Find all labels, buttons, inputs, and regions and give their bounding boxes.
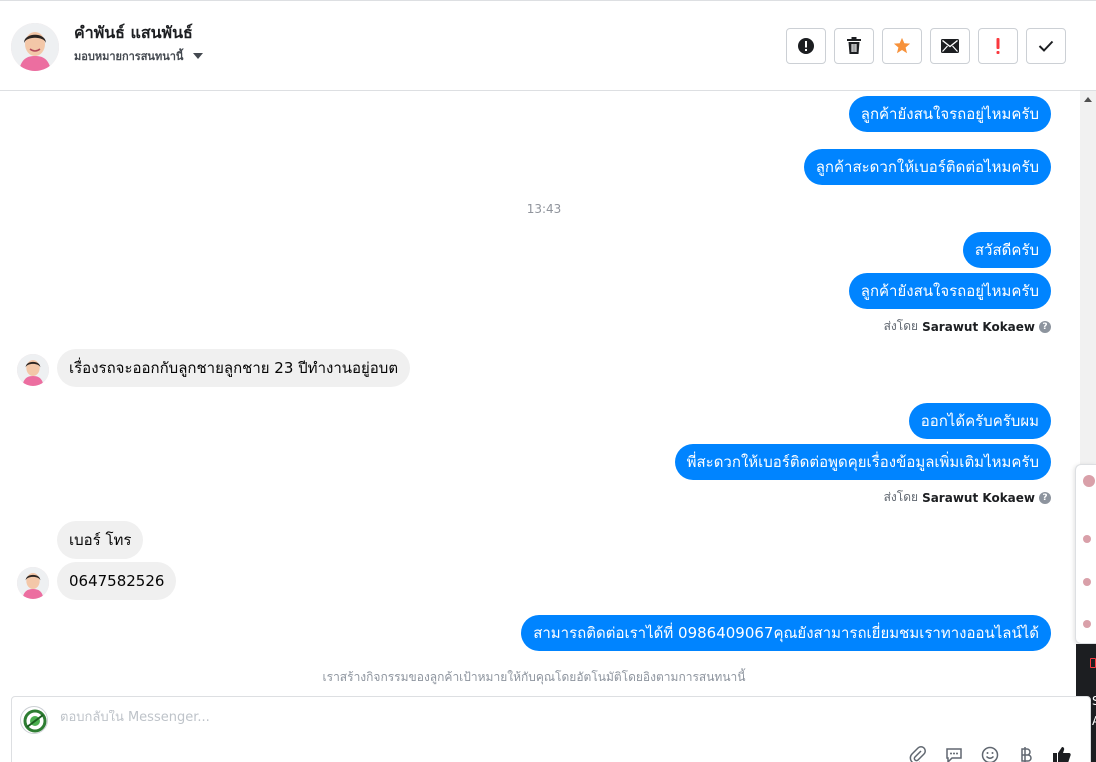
alert-circle-icon — [798, 38, 814, 54]
incoming-message[interactable]: 0647582526 — [57, 562, 177, 600]
contact-avatar-small[interactable] — [17, 567, 49, 599]
assign-conversation-dropdown[interactable]: มอบหมายการสนทนานี้ — [74, 47, 204, 65]
messenger-conversation: คำพันธ์ แสนพันธ์ มอบหมายการสนทนานี้ ลูกค… — [0, 0, 1096, 762]
outgoing-message[interactable]: ออกได้ครับครับผม — [908, 403, 1051, 439]
avatar[interactable] — [1083, 475, 1095, 487]
avatar[interactable] — [1083, 535, 1091, 543]
avatar[interactable] — [1083, 578, 1091, 586]
message-timestamp: 13:43 — [526, 202, 562, 216]
help-icon[interactable]: ? — [1039, 491, 1051, 504]
outgoing-message[interactable]: สวัสดีครับ — [962, 232, 1051, 268]
mark-spam-button[interactable] — [786, 28, 826, 64]
sent-by-label: ส่งโดย Sarawut Kokaew ? — [884, 488, 1051, 507]
baht-payment-icon[interactable] — [1016, 745, 1036, 762]
contact-avatar[interactable] — [11, 23, 59, 71]
contact-name[interactable]: คำพันธ์ แสนพันธ์ — [74, 21, 193, 46]
composer-toolbar — [908, 745, 1072, 762]
check-icon — [1038, 40, 1054, 52]
outgoing-message[interactable]: สามารถติดต่อเราได้ที่ 0986409067คุณยังสา… — [521, 615, 1051, 651]
outgoing-message[interactable]: ลูกค้ายังสนใจรถอยู่ไหมครับ — [848, 273, 1051, 309]
mark-unread-button[interactable] — [930, 28, 970, 64]
like-icon[interactable] — [1052, 745, 1072, 762]
saved-replies-icon[interactable] — [944, 745, 964, 762]
help-icon[interactable]: ? — [1039, 320, 1051, 333]
star-icon — [893, 37, 911, 54]
envelope-icon — [941, 39, 959, 53]
reply-input[interactable] — [60, 710, 660, 725]
contact-avatar-small[interactable] — [17, 354, 49, 386]
sent-by-prefix: ส่งโดย — [883, 319, 919, 333]
outgoing-message[interactable]: ลูกค้าสะดวกให้เบอร์ติดต่อไหมครับ — [803, 149, 1051, 185]
scrollbar[interactable] — [1080, 91, 1096, 471]
conversation-actions — [786, 28, 1066, 64]
conversation-header: คำพันธ์ แสนพันธ์ มอบหมายการสนทนานี้ — [0, 0, 1096, 91]
side-letter: A — [1092, 714, 1096, 728]
assign-label: มอบหมายการสนทนานี้ — [74, 50, 184, 63]
outgoing-message[interactable]: พี่สะดวกให้เบอร์ติดต่อพูดคุยเรื่องข้อมูล… — [674, 444, 1051, 480]
message-thread[interactable]: ลูกค้ายังสนใจรถอยู่ไหมครับ ลูกค้าสะดวกให… — [0, 91, 1080, 691]
sent-by-prefix: ส่งโดย — [883, 490, 919, 504]
automation-note: เราสร้างกิจกรรมของลูกค้าเป้าหมายให้กับคุ… — [322, 670, 746, 684]
emoji-icon[interactable] — [980, 745, 1000, 762]
attach-icon[interactable] — [908, 745, 928, 762]
avatar[interactable] — [1083, 620, 1091, 628]
outgoing-message[interactable]: ลูกค้ายังสนใจรถอยู่ไหมครับ — [848, 96, 1051, 132]
sender-name[interactable]: Sarawut Kokaew — [922, 320, 1035, 334]
incoming-message[interactable]: เรื่องรถจะออกกับลูกชายลูกชาย 23 ปีทำงานอ… — [57, 349, 411, 387]
app-icon — [1090, 658, 1096, 668]
follow-up-button[interactable] — [978, 28, 1018, 64]
page-avatar — [20, 706, 48, 734]
reply-composer — [11, 696, 1091, 762]
caret-down-icon — [193, 53, 204, 59]
sent-by-label: ส่งโดย Sarawut Kokaew ? — [884, 317, 1051, 336]
side-contact-panel[interactable] — [1075, 464, 1096, 644]
exclamation-icon — [996, 38, 1000, 54]
scroll-up-icon[interactable] — [1084, 97, 1092, 102]
side-letter: S — [1092, 694, 1096, 708]
star-button[interactable] — [882, 28, 922, 64]
delete-button[interactable] — [834, 28, 874, 64]
mark-done-button[interactable] — [1026, 28, 1066, 64]
incoming-message[interactable]: เบอร์ โทร — [57, 521, 144, 559]
trash-icon — [847, 37, 861, 54]
sender-name[interactable]: Sarawut Kokaew — [922, 491, 1035, 505]
